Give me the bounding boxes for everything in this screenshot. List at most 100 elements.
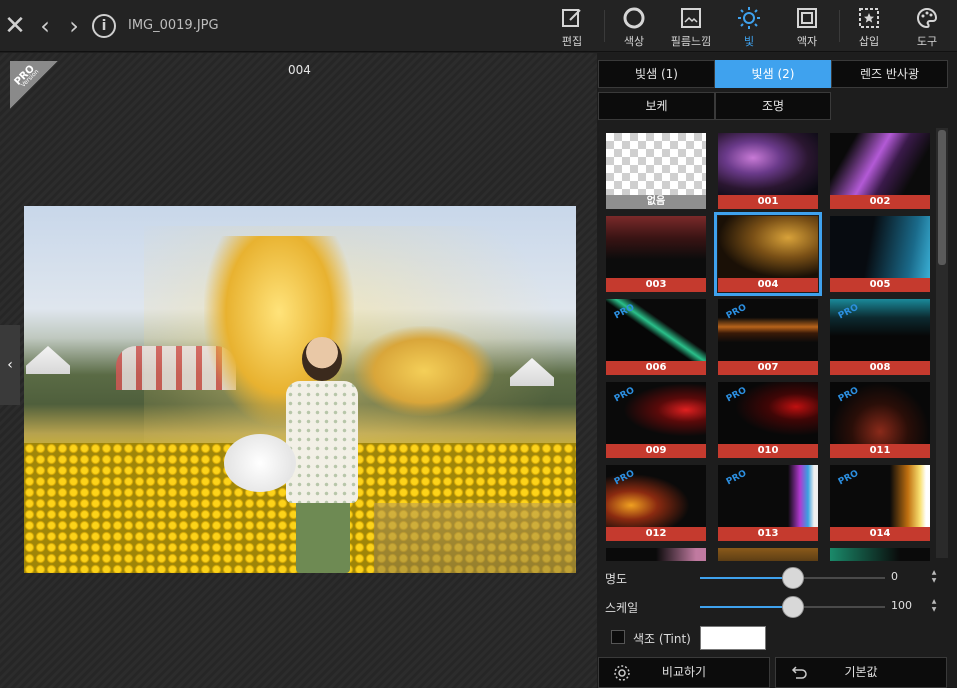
preset-caption: 없음 — [606, 195, 706, 209]
close-icon[interactable]: ✕ — [2, 12, 28, 40]
scale-spinner[interactable]: ▲ ▼ — [929, 598, 939, 614]
preset-caption: 012 — [606, 527, 706, 541]
preset-thumb-014[interactable]: PRO 014 — [830, 465, 930, 541]
toolbar-divider — [604, 10, 605, 42]
scale-label: 스케일 — [605, 601, 639, 615]
scale-slider-fill — [700, 606, 793, 608]
scale-slider[interactable] — [700, 596, 885, 618]
info-icon[interactable]: i — [92, 14, 116, 38]
preset-caption: 008 — [830, 361, 930, 375]
tab-bokeh[interactable]: 보케 — [598, 92, 715, 120]
pro-version-badge: PRO Version — [10, 61, 58, 109]
brightness-input[interactable]: 0 ▲ ▼ — [887, 567, 943, 587]
tool-frame-button[interactable]: 액자 — [782, 6, 832, 48]
preset-thumb-partial[interactable] — [606, 548, 706, 561]
photo-cotton-candy — [224, 434, 296, 492]
tool-frame-label: 액자 — [796, 35, 818, 48]
preset-scrollbar[interactable] — [936, 128, 948, 558]
preset-image — [718, 548, 818, 561]
preset-caption: 004 — [718, 278, 818, 292]
preset-thumb-partial[interactable] — [718, 548, 818, 561]
scale-slider-knob[interactable] — [782, 596, 804, 618]
effects-panel: 빛샘 (1) 빛샘 (2) 렌즈 반사광 보케 조명 없음 001 002 00… — [597, 53, 957, 688]
chevron-left-icon[interactable]: ‹ — [32, 12, 58, 40]
compare-button[interactable]: 비교하기 — [598, 657, 770, 688]
tab-lighting[interactable]: 조명 — [715, 92, 831, 120]
tool-edit-label: 편집 — [561, 35, 583, 48]
preset-thumb-002[interactable]: 002 — [830, 133, 930, 209]
preset-caption: 003 — [606, 278, 706, 292]
preset-caption: 011 — [830, 444, 930, 458]
tool-tools-button[interactable]: 도구 — [902, 6, 952, 48]
preset-caption: 013 — [718, 527, 818, 541]
tool-color-button[interactable]: 색상 — [609, 6, 659, 48]
preset-thumb-003[interactable]: 003 — [606, 216, 706, 292]
preset-caption: 002 — [830, 195, 930, 209]
photo-preview[interactable] — [24, 206, 576, 573]
light-bulb-icon — [738, 7, 760, 29]
collapse-panel-button[interactable]: ‹ — [0, 325, 20, 405]
brightness-slider[interactable] — [700, 567, 885, 589]
tint-checkbox[interactable] — [611, 630, 625, 644]
preset-thumb-010[interactable]: PRO 010 — [718, 382, 818, 458]
preset-thumb-008[interactable]: PRO 008 — [830, 299, 930, 375]
preset-image — [830, 216, 930, 278]
brightness-value: 0 — [891, 570, 898, 583]
tab-light-leak-2[interactable]: 빛샘 (2) — [715, 60, 831, 88]
preset-thumb-005[interactable]: 005 — [830, 216, 930, 292]
current-preset-label: 004 — [288, 63, 311, 77]
brightness-spinner[interactable]: ▲ ▼ — [929, 569, 939, 585]
color-circle-icon — [623, 7, 645, 29]
preset-caption: 010 — [718, 444, 818, 458]
preset-thumb-006[interactable]: PRO 006 — [606, 299, 706, 375]
preset-thumb-009[interactable]: PRO 009 — [606, 382, 706, 458]
preset-thumb-013[interactable]: PRO 013 — [718, 465, 818, 541]
palette-icon — [917, 7, 938, 29]
top-toolbar: ✕ ‹ › i IMG_0019.JPG 편집 색상 필름느낌 빛 액자 삽입 … — [0, 0, 957, 52]
tint-color-swatch[interactable] — [700, 626, 766, 650]
brightness-label: 명도 — [605, 572, 628, 586]
photo-dragon-body — [354, 326, 494, 416]
preset-image — [606, 548, 706, 561]
toolbar-divider — [839, 10, 840, 42]
preset-caption: 006 — [606, 361, 706, 375]
preset-caption: 001 — [718, 195, 818, 209]
compare-button-label: 비교하기 — [661, 665, 707, 679]
tool-insert-button[interactable]: 삽입 — [844, 6, 894, 48]
tool-tools-label: 도구 — [916, 35, 938, 48]
preset-caption: 014 — [830, 527, 930, 541]
preset-thumb-012[interactable]: PRO 012 — [606, 465, 706, 541]
tab-lens-flare[interactable]: 렌즈 반사광 — [831, 60, 948, 88]
file-name: IMG_0019.JPG — [128, 18, 219, 33]
preset-thumb-partial[interactable] — [830, 548, 930, 561]
scale-input[interactable]: 100 ▲ ▼ — [887, 596, 943, 616]
edit-icon — [562, 9, 581, 27]
tab-light-leak-1[interactable]: 빛샘 (1) — [598, 60, 715, 88]
photo-path — [374, 503, 576, 573]
preset-thumb-007[interactable]: PRO 007 — [718, 299, 818, 375]
tool-edit-button[interactable]: 편집 — [547, 6, 597, 48]
photo-child-head — [302, 337, 342, 381]
preset-thumb-none[interactable]: 없음 — [606, 133, 706, 209]
brightness-slider-fill — [700, 577, 793, 579]
preset-thumb-001[interactable]: 001 — [718, 133, 818, 209]
photo-child-body — [286, 381, 358, 503]
chevron-right-icon[interactable]: › — [61, 12, 87, 40]
insert-sticker-icon — [859, 8, 879, 28]
canvas-area: PRO Version 004 ‹ — [0, 53, 597, 688]
preset-caption: 007 — [718, 361, 818, 375]
photo-child-legs — [296, 498, 350, 573]
tool-light-button[interactable]: 빛 — [724, 6, 774, 48]
preset-image — [830, 133, 930, 195]
preset-caption: 005 — [830, 278, 930, 292]
preset-thumb-011[interactable]: PRO 011 — [830, 382, 930, 458]
scale-value: 100 — [891, 599, 912, 612]
reset-button[interactable]: 기본값 — [775, 657, 947, 688]
brightness-slider-knob[interactable] — [782, 567, 804, 589]
scrollbar-thumb[interactable] — [938, 130, 946, 265]
tool-feel-button[interactable]: 필름느낌 — [666, 6, 716, 48]
preset-thumb-004[interactable]: 004 — [714, 212, 822, 296]
reset-button-label: 기본값 — [844, 665, 878, 679]
preset-grid: 없음 001 002 003 004 005 PRO 006 PRO 007 P… — [605, 131, 935, 561]
preset-image — [830, 548, 930, 561]
